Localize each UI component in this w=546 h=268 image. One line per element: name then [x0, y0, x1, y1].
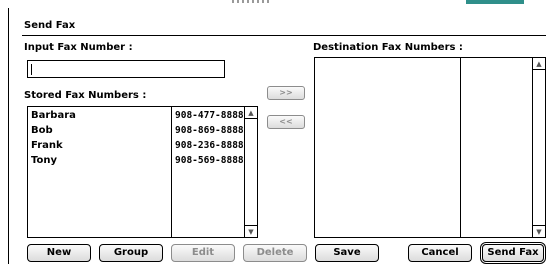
stored-list-scrollbar[interactable]: ▲ ▼: [244, 107, 257, 237]
title-divider: [22, 35, 546, 36]
contact-name: Bob: [31, 125, 53, 136]
contact-fax-number: 908-477-8888: [175, 110, 244, 121]
top-accent-bar: [466, 0, 524, 4]
destination-list-scrollbar[interactable]: ▲ ▼: [532, 58, 545, 237]
stored-fax-list[interactable]: Barbara 908-477-8888 Bob 908-869-8888 Frank 9…: [27, 106, 258, 238]
scroll-up-arrow-icon[interactable]: ▲: [533, 58, 545, 70]
scroll-up-arrow-icon[interactable]: ▲: [245, 107, 257, 119]
scroll-down-arrow-icon[interactable]: ▼: [245, 225, 257, 237]
save-button[interactable]: Save: [315, 244, 379, 262]
contact-name: Barbara: [31, 110, 76, 121]
group-button[interactable]: Group: [99, 244, 163, 262]
new-button[interactable]: New: [27, 244, 91, 262]
cancel-button[interactable]: Cancel: [408, 244, 472, 262]
contact-name: Frank: [31, 140, 63, 151]
edit-button[interactable]: Edit: [171, 244, 235, 262]
window-title: Send Fax: [24, 20, 76, 31]
stored-row[interactable]: Bob 908-869-8888: [28, 123, 244, 138]
text-caret: [31, 64, 32, 75]
contact-fax-number: 908-869-8888: [175, 125, 244, 136]
fax-number-input[interactable]: [27, 60, 225, 78]
delete-button[interactable]: Delete: [243, 244, 307, 262]
contact-fax-number: 908-569-8888: [175, 155, 244, 166]
destination-fax-list[interactable]: ▲ ▼: [314, 57, 546, 238]
contact-fax-number: 908-236-8888: [175, 140, 244, 151]
top-tick-marks: [232, 0, 272, 3]
contact-name: Tony: [31, 155, 58, 166]
stored-row[interactable]: Tony 908-569-8888: [28, 153, 244, 168]
column-divider: [460, 58, 461, 237]
add-to-destination-button[interactable]: >>: [267, 86, 305, 100]
stored-fax-label: Stored Fax Numbers :: [24, 90, 147, 101]
send-fax-button[interactable]: Send Fax: [482, 244, 544, 262]
stored-row[interactable]: Frank 908-236-8888: [28, 138, 244, 153]
remove-from-destination-button[interactable]: <<: [267, 115, 305, 129]
scroll-down-arrow-icon[interactable]: ▼: [533, 225, 545, 237]
stored-row[interactable]: Barbara 908-477-8888: [28, 108, 244, 123]
destination-fax-label: Destination Fax Numbers :: [313, 42, 463, 53]
input-fax-label: Input Fax Number :: [24, 42, 133, 53]
